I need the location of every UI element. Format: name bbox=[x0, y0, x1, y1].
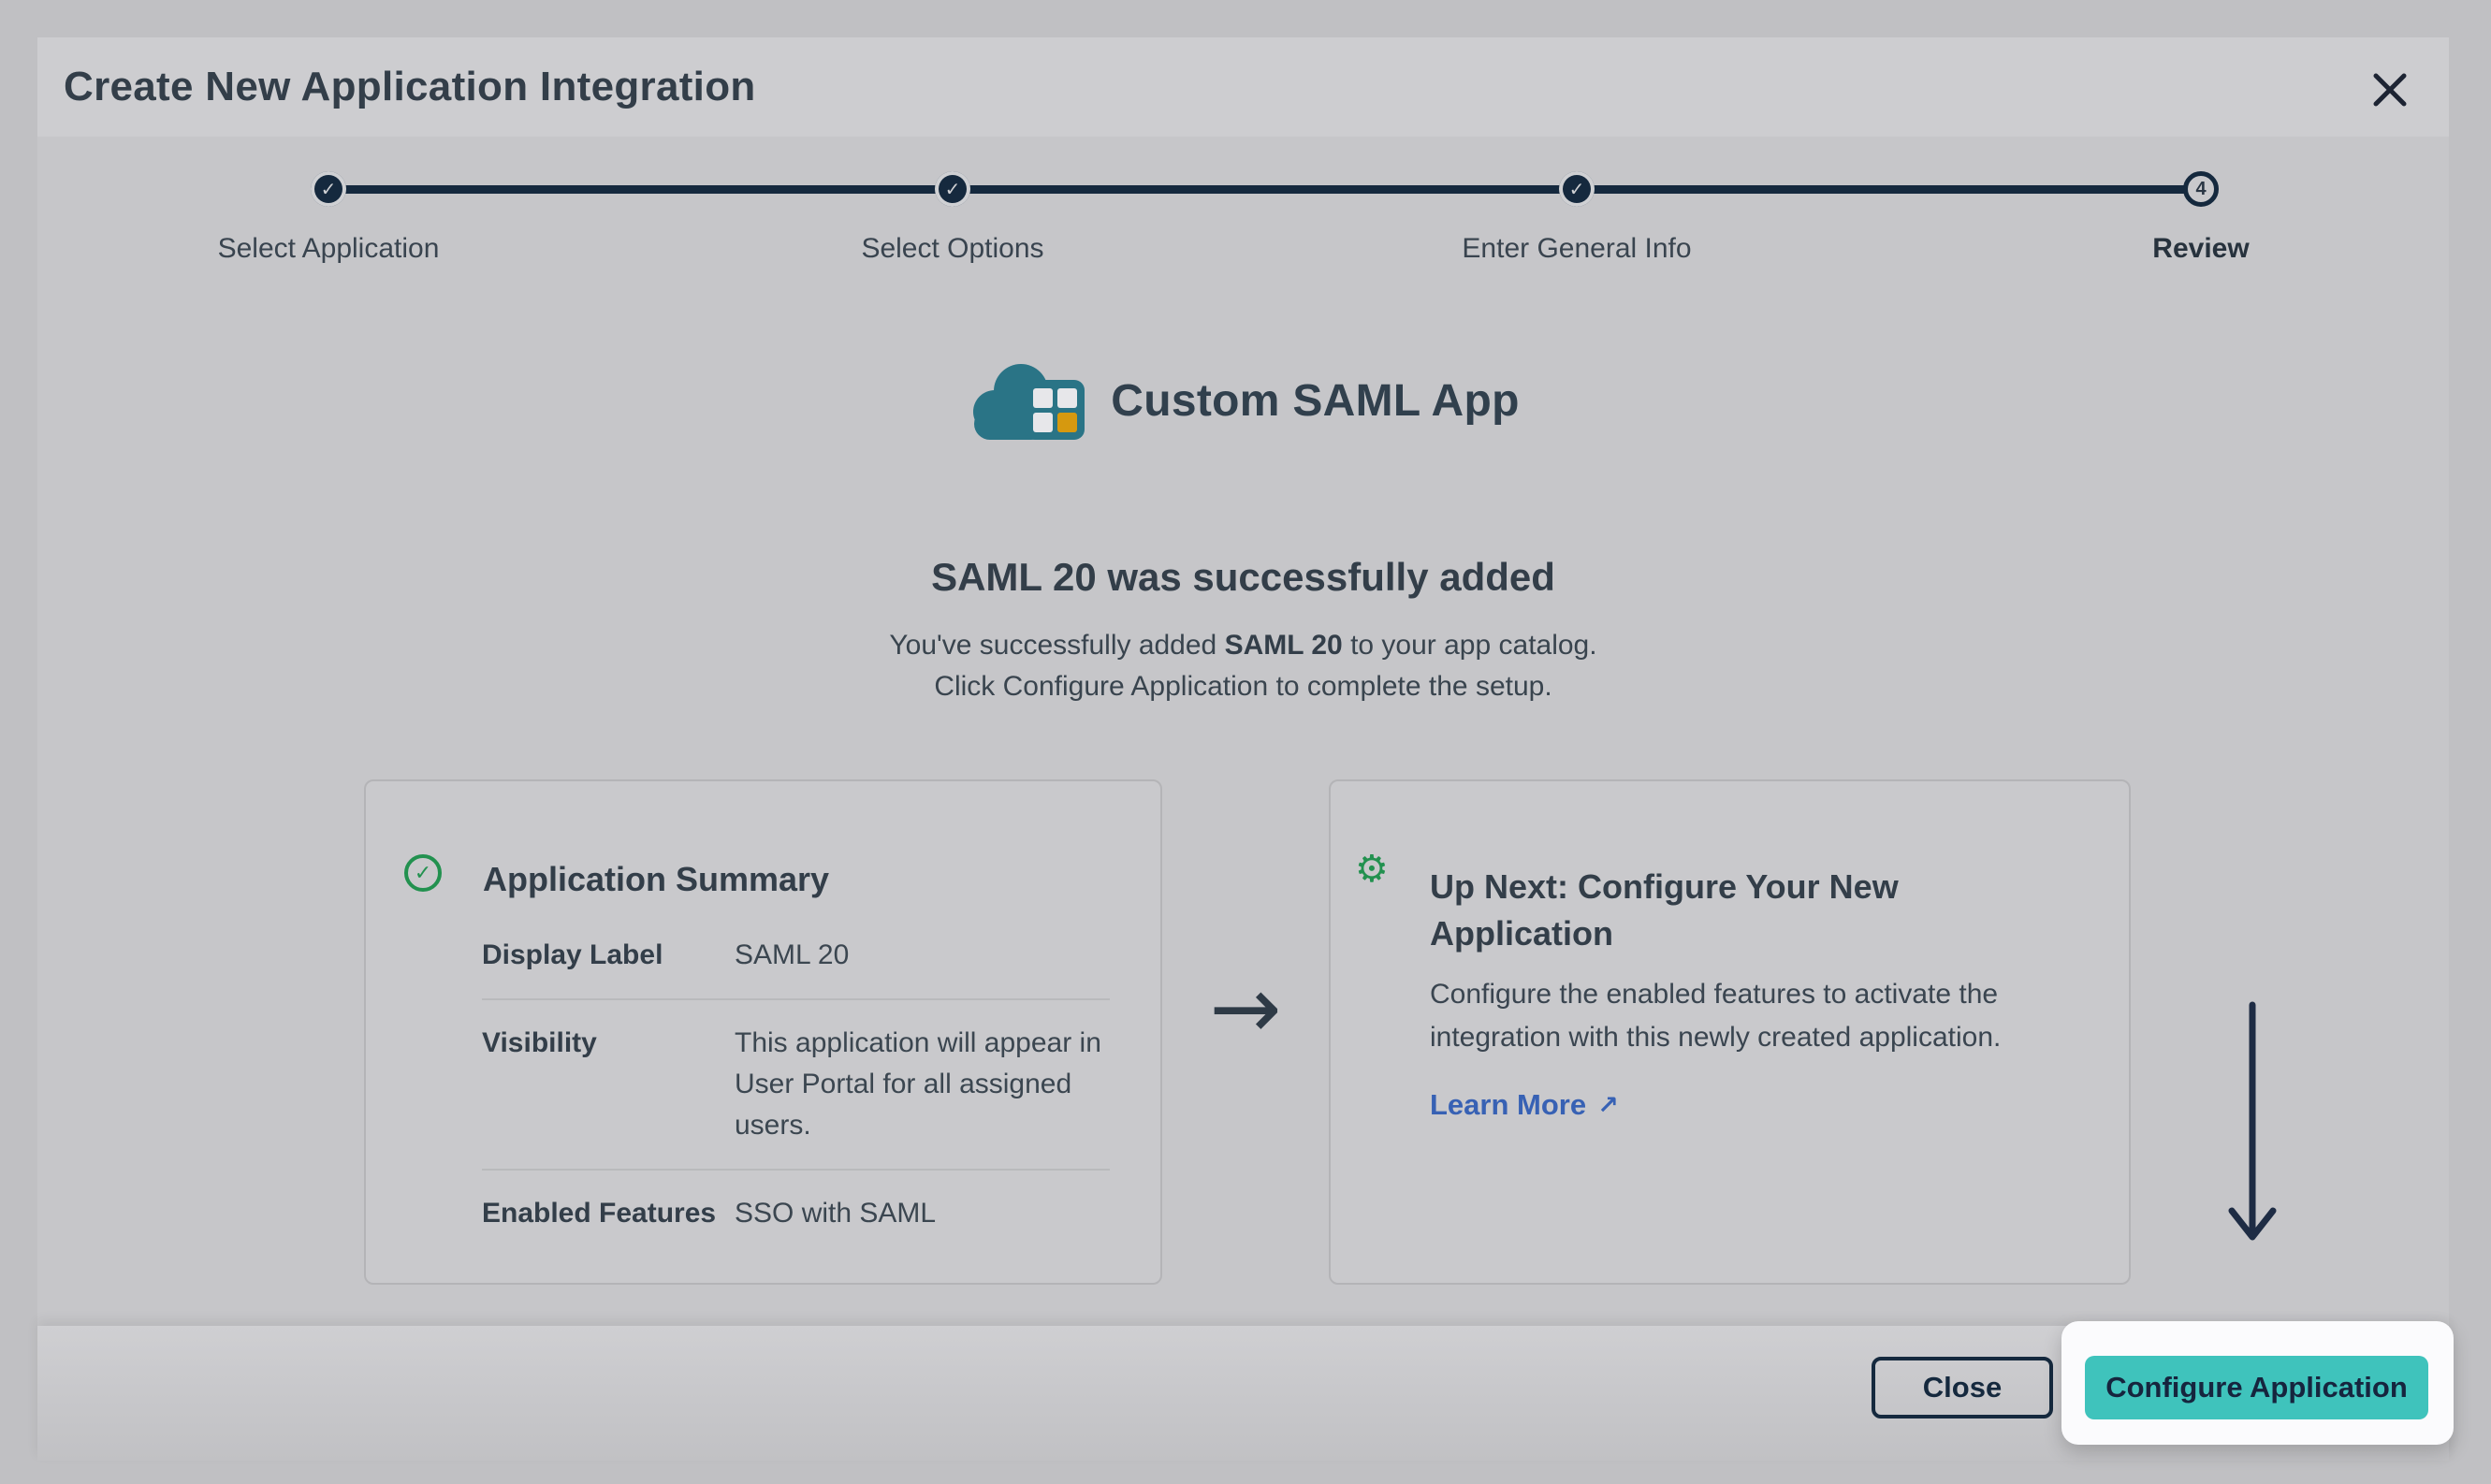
step-current-icon: 4 bbox=[2183, 171, 2219, 207]
step-label: Select Options bbox=[756, 233, 1149, 265]
close-button[interactable]: Close bbox=[1872, 1357, 2053, 1419]
row-value: This application will appear in User Por… bbox=[735, 1023, 1110, 1146]
step-select-application[interactable]: ✓ Select Application bbox=[132, 171, 525, 265]
success-heading: SAML 20 was successfully added bbox=[37, 555, 2449, 600]
step-label: Select Application bbox=[132, 233, 525, 265]
dialog-header: Create New Application Integration bbox=[37, 37, 2449, 137]
step-complete-icon: ✓ bbox=[1559, 171, 1595, 207]
close-icon[interactable] bbox=[2360, 60, 2420, 120]
application-summary-card: ✓ Application Summary Display Label SAML… bbox=[364, 779, 1162, 1285]
success-line1-suffix: to your app catalog. bbox=[1343, 630, 1597, 661]
check-circle-icon: ✓ bbox=[404, 854, 442, 892]
row-value: SAML 20 bbox=[735, 935, 849, 976]
arrow-right-icon: → bbox=[1185, 962, 1306, 1055]
step-complete-icon: ✓ bbox=[311, 171, 346, 207]
cloud-app-icon bbox=[967, 356, 1090, 445]
row-label: Visibility bbox=[482, 1023, 735, 1146]
check-icon: ✓ bbox=[945, 178, 961, 200]
configure-application-button[interactable]: Configure Application bbox=[2085, 1356, 2428, 1419]
up-next-card-body: Configure the enabled features to activa… bbox=[1430, 973, 2076, 1059]
spotlight-highlight: Configure Application bbox=[2061, 1321, 2454, 1445]
success-line1-prefix: You've successfully added bbox=[889, 630, 1224, 661]
success-line2: Click Configure Application to complete … bbox=[934, 671, 1551, 702]
gear-icon: ⚙ bbox=[1355, 851, 1389, 888]
step-select-options[interactable]: ✓ Select Options bbox=[756, 171, 1149, 265]
step-label: Review bbox=[2004, 233, 2397, 265]
check-icon: ✓ bbox=[321, 178, 337, 200]
dialog-title: Create New Application Integration bbox=[64, 64, 756, 110]
down-arrow-annotation bbox=[2220, 1001, 2285, 1273]
learn-more-link[interactable]: Learn More ↗ bbox=[1430, 1088, 1619, 1122]
app-logo-text: Custom SAML App bbox=[1111, 375, 1519, 427]
step-label: Enter General Info bbox=[1380, 233, 1773, 265]
summary-rows: Display Label SAML 20 Visibility This ap… bbox=[482, 912, 1110, 1257]
table-row: Display Label SAML 20 bbox=[482, 912, 1110, 998]
stepper-track bbox=[328, 185, 2201, 194]
external-link-icon: ↗ bbox=[1597, 1091, 1619, 1120]
table-row: Visibility This application will appear … bbox=[482, 998, 1110, 1169]
learn-more-label: Learn More bbox=[1430, 1088, 1586, 1122]
up-next-card-title: Up Next: Configure Your New Application bbox=[1430, 864, 1991, 957]
app-logo: Custom SAML App bbox=[37, 356, 2449, 445]
row-label: Enabled Features bbox=[482, 1193, 735, 1234]
create-app-dialog: Create New Application Integration ✓ Sel… bbox=[37, 37, 2449, 1461]
summary-card-title: Application Summary bbox=[483, 860, 829, 899]
step-review[interactable]: 4 Review bbox=[2004, 171, 2397, 265]
row-label: Display Label bbox=[482, 935, 735, 976]
success-line1-appname: SAML 20 bbox=[1225, 630, 1343, 661]
step-number: 4 bbox=[2195, 179, 2206, 200]
check-glyph: ✓ bbox=[415, 862, 431, 885]
step-complete-icon: ✓ bbox=[935, 171, 970, 207]
up-next-card: ⚙ Up Next: Configure Your New Applicatio… bbox=[1329, 779, 2131, 1285]
check-icon: ✓ bbox=[1569, 178, 1585, 200]
table-row: Enabled Features SSO with SAML bbox=[482, 1169, 1110, 1257]
step-enter-general-info[interactable]: ✓ Enter General Info bbox=[1380, 171, 1773, 265]
row-value: SSO with SAML bbox=[735, 1193, 936, 1234]
success-body: You've successfully added SAML 20 to you… bbox=[37, 625, 2449, 707]
close-x-glyph bbox=[2372, 72, 2408, 108]
